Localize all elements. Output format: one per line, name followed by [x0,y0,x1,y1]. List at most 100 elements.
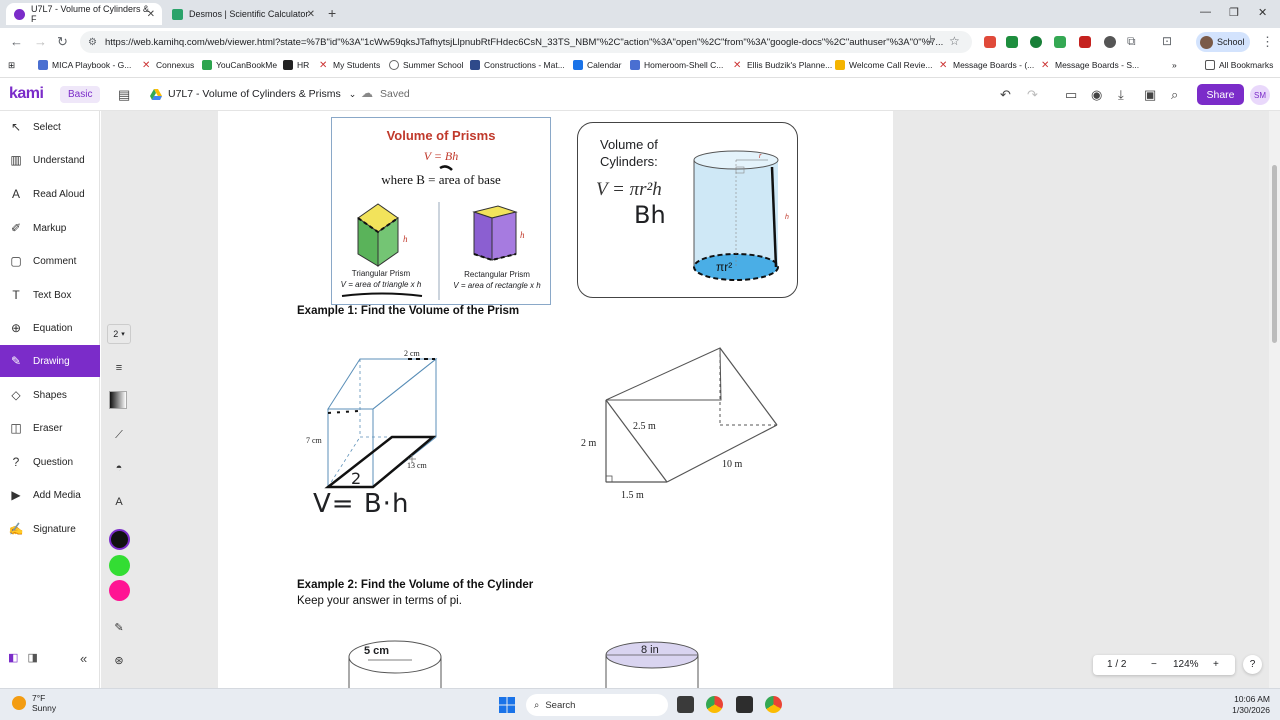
color-swatch-black[interactable] [109,529,130,550]
bookmark-item[interactable]: Summer School [389,60,463,70]
tool-read-aloud[interactable]: A Read Aloud [0,178,100,210]
extensions-puzzle-icon[interactable]: ⧉ [1127,34,1136,49]
extension-icon[interactable] [1079,36,1091,48]
layout-toggle-icon[interactable]: ◨ [27,652,37,664]
close-icon[interactable]: ✕ [307,9,315,20]
document-icon[interactable]: ▭ [1065,87,1077,103]
bookmark-item[interactable]: ✕ Message Boards - S... [1041,60,1139,71]
library-icon[interactable]: ▤ [118,87,130,103]
layout-toggle-icon[interactable]: ◧ [8,652,18,664]
extension-icon[interactable] [1104,36,1116,48]
ruler-icon[interactable]: ⟋ [109,425,129,445]
chrome-icon[interactable] [706,696,723,713]
eye-icon[interactable]: ◉ [1091,87,1102,103]
all-bookmarks[interactable]: All Bookmarks [1205,60,1273,70]
bookmark-item[interactable]: Welcome Call Revie... [835,60,932,70]
extension-icon[interactable] [1030,36,1042,48]
more-bookmarks-icon[interactable]: » [1172,60,1177,70]
task-view-icon[interactable] [677,696,694,713]
scrollbar-thumb[interactable] [1272,165,1277,343]
bookmark-star-icon[interactable]: ☆ [949,34,960,48]
apps-grid-icon[interactable]: ⊞ [8,60,15,71]
back-icon[interactable]: ← [10,34,23,49]
scrollbar[interactable] [1269,111,1280,688]
system-clock[interactable]: 10:06 AM 1/30/2026 [1222,694,1270,716]
text-style-icon[interactable]: A [109,492,129,512]
opacity-icon[interactable] [109,391,127,409]
collapse-sidebar-icon[interactable]: « [80,651,87,666]
bookmark-item[interactable]: MICA Playbook - G... [38,60,131,70]
line-style-icon[interactable]: ≡ [109,358,129,378]
tool-shapes[interactable]: ◇ Shapes [0,379,100,411]
restore-icon[interactable]: ❐ [1229,6,1239,19]
extension-icon[interactable] [1054,36,1066,48]
profile-button[interactable]: School [1196,32,1250,52]
eyedropper-icon[interactable]: ✎ [109,617,129,637]
tri-slant-dimension: 2.5 m [633,421,656,432]
url-field[interactable]: ⚙ https://web.kamihq.com/web/viewer.html… [80,31,972,53]
palette-icon[interactable]: ⊛ [109,650,129,670]
reload-icon[interactable]: ↻ [57,34,68,50]
app-icon[interactable] [736,696,753,713]
share-button[interactable]: Share [1197,84,1244,105]
forward-icon[interactable]: → [34,34,47,49]
bookmark-item[interactable]: Calendar [573,60,622,70]
protractor-icon[interactable]: ◓ [109,458,129,478]
bookmark-item[interactable]: ✕ Connexus [142,60,194,71]
close-icon[interactable]: ✕ [147,9,155,20]
windows-start-icon[interactable] [499,697,515,713]
zoom-in-icon[interactable]: + [1213,659,1219,670]
bookmark-item[interactable]: HR [283,60,309,70]
bookmark-item[interactable]: Homeroom-Shell C... [630,60,723,70]
tool-question[interactable]: ? Question [0,446,100,478]
tool-select[interactable]: ↖ Select [0,111,100,143]
bookmark-item[interactable]: ✕ Ellis Budzik's Planne... [733,60,832,71]
color-swatch-pink[interactable] [109,580,130,601]
stroke-size-select[interactable]: 2 ▾ [107,324,131,344]
bookmark-item[interactable]: Constructions - Mat... [470,60,565,70]
tool-drawing[interactable]: ✎ Drawing [0,345,100,377]
menu-kebab-icon[interactable]: ⋮ [1261,34,1274,50]
tool-comment[interactable]: ▢ Comment [0,245,100,277]
globe-icon [389,60,399,70]
weather-widget[interactable]: 7°F Sunny [12,693,56,713]
tab-search-icon[interactable]: ⊡ [1162,34,1172,48]
tool-text-box[interactable]: T Text Box [0,279,100,311]
chrome-profile-icon[interactable] [765,696,782,713]
document-viewport[interactable]: Volume of Prisms V = Bh where B = area o… [101,111,1269,688]
tool-markup[interactable]: ✐ Markup [0,212,100,244]
plan-badge[interactable]: Basic [60,86,101,103]
close-window-icon[interactable]: ✕ [1258,6,1267,19]
undo-icon[interactable]: ↶ [1000,87,1011,103]
bookmark-item[interactable]: ✕ Message Boards - (... [939,60,1034,71]
connexus-icon: ✕ [1041,60,1050,71]
zoom-level[interactable]: 124% [1173,659,1199,670]
taskbar-search[interactable]: ⌕ Search [526,694,668,716]
help-icon[interactable]: ? [1243,655,1262,674]
bookmark-item[interactable]: YouCanBookMe [202,60,277,70]
bookmark-item[interactable]: ✕ My Students [319,60,380,71]
tool-understand[interactable]: ▥ Understand [0,144,100,176]
tool-eraser[interactable]: ◫ Eraser [0,412,100,444]
minimize-icon[interactable]: — [1200,6,1211,18]
extension-icon[interactable] [1006,36,1018,48]
download-icon[interactable]: ⤓ [1118,87,1124,103]
briefcase-icon[interactable]: ▣ [1144,87,1156,103]
color-swatch-green[interactable] [109,555,130,576]
tool-equation[interactable]: ⊕ Equation [0,312,100,344]
redo-icon[interactable]: ↷ [1027,87,1038,103]
search-icon[interactable]: ⌕ [1171,87,1178,103]
tab-kami[interactable]: U7L7 - Volume of Cylinders & F ✕ [6,3,162,25]
avatar[interactable]: SM [1250,85,1270,105]
tab-desmos[interactable]: Desmos | Scientific Calculator ✕ [164,3,322,25]
page-indicator[interactable]: 1 / 2 [1107,659,1126,670]
windows-taskbar: 7°F Sunny ⌕ Search 10:06 AM 1/30/2026 [0,688,1280,720]
tool-add-media[interactable]: ▶ Add Media [0,479,100,511]
install-app-icon[interactable]: ⤓ [928,34,933,47]
new-tab-icon[interactable]: + [328,5,336,21]
zoom-out-icon[interactable]: − [1151,659,1157,670]
document-title[interactable]: U7L7 - Volume of Cylinders & Prisms ⌄ [150,88,356,100]
site-info-icon[interactable]: ⚙ [88,37,97,48]
extension-icon[interactable] [984,36,996,48]
tool-signature[interactable]: ✍ Signature [0,513,100,545]
